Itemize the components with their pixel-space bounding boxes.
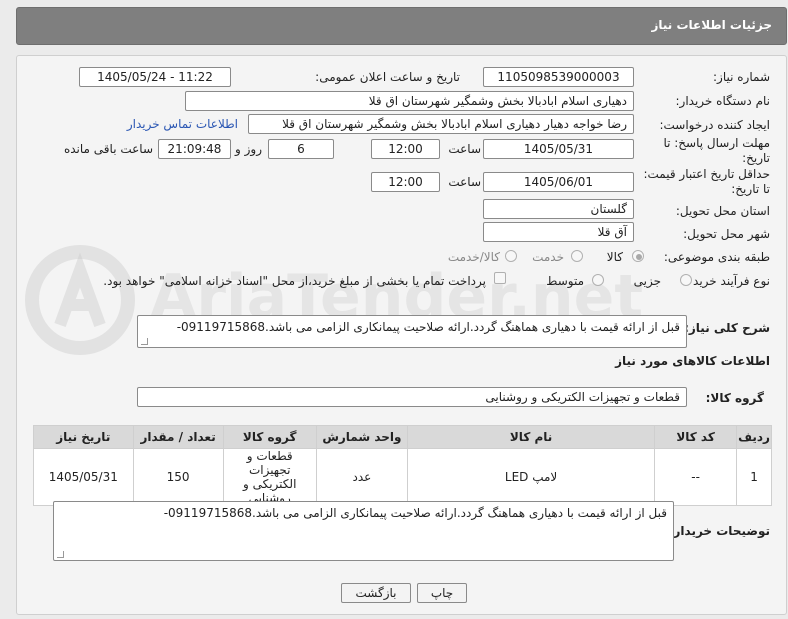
announce-datetime-field: 1405/05/24 - 11:22 <box>79 67 231 87</box>
items-table: ردیف کد کالا نام کالا واحد شمارش گروه کا… <box>33 425 772 506</box>
buyer-org-label: نام دستگاه خریدار: <box>675 94 771 108</box>
process-type-label: نوع فرآیند خرید : <box>685 274 770 288</box>
cell-group: قطعات و تجهیزات الکتریکی و روشنایی <box>222 448 317 506</box>
page-header: جزئیات اطلاعات نیاز <box>16 7 787 45</box>
items-table-header: ردیف کد کالا نام کالا واحد شمارش گروه کا… <box>33 425 772 449</box>
category-service-radio[interactable] <box>571 250 583 262</box>
buyer-notes-label: توضیحات خریدار: <box>668 524 770 538</box>
description-label: شرح کلی نیاز: <box>684 321 770 335</box>
buyer-contact-link[interactable]: اطلاعات تماس خریدار <box>127 117 238 131</box>
buyer-org-field: دهیاری اسلام ابادبالا بخش وشمگیر شهرستان… <box>185 91 634 111</box>
remaining-days-field: 6 <box>268 139 334 159</box>
reply-deadline-time-field: 12:00 <box>371 139 440 159</box>
col-name: نام کالا <box>407 425 656 449</box>
need-number-field: 1105098539000003 <box>483 67 634 87</box>
need-number-label: شماره نیاز: <box>713 70 770 84</box>
price-validity-date-field: 1405/06/01 <box>483 172 634 192</box>
city-label: شهر محل تحویل: <box>683 227 770 241</box>
price-validity-time-field: 12:00 <box>371 172 440 192</box>
col-group: گروه کالا <box>222 425 317 449</box>
announce-datetime-label: تاریخ و ساعت اعلان عمومی: <box>315 70 460 84</box>
description-field: قبل از ارائه قیمت با دهیاری هماهنگ گردد.… <box>137 315 687 348</box>
buyer-notes-resize-handle[interactable] <box>57 551 64 558</box>
category-goods-radio[interactable] <box>632 250 644 262</box>
category-service-label: خدمت <box>532 250 564 264</box>
col-qty: تعداد / مقدار <box>132 425 224 449</box>
price-validity-time-label: ساعت <box>448 175 481 189</box>
category-label: طبقه بندی موضوعی: <box>663 250 770 264</box>
col-row: ردیف <box>736 425 772 449</box>
col-unit: واحد شمارش <box>315 425 409 449</box>
category-goods-service-label: کالا/خدمت <box>447 250 500 264</box>
goods-info-title: اطلاعات کالاهای مورد نیاز <box>615 354 770 368</box>
days-label: روز و <box>235 142 262 156</box>
category-goods-service-radio[interactable] <box>505 250 517 262</box>
cell-qty: 150 <box>132 448 224 506</box>
requester-field: رضا خواجه دهیار دهیاری اسلام ابادبالا بخ… <box>248 114 634 134</box>
cell-code: -- <box>654 448 738 506</box>
process-medium-radio[interactable] <box>592 274 604 286</box>
back-button[interactable]: بازگشت <box>341 583 411 603</box>
description-resize-handle[interactable] <box>141 338 148 345</box>
goods-group-field: قطعات و تجهیزات الکتریکی و روشنایی <box>137 387 687 407</box>
process-minor-radio[interactable] <box>680 274 692 286</box>
cell-date: 1405/05/31 <box>33 448 134 506</box>
col-date: تاریخ نیاز <box>33 425 134 449</box>
goods-group-label: گروه کالا: <box>705 391 764 405</box>
process-minor-label: جزیی <box>633 274 661 288</box>
treasury-payment-note: پرداخت تمام یا بخشی از مبلغ خرید،از محل … <box>103 274 486 288</box>
reply-deadline-label: مهلت ارسال پاسخ: تا تاریخ: <box>663 136 770 165</box>
process-medium-label: متوسط <box>546 274 584 288</box>
province-label: استان محل تحویل: <box>675 204 770 218</box>
watermark-logo-icon <box>20 240 140 360</box>
category-goods-label: کالا <box>606 250 623 264</box>
cell-row: 1 <box>736 448 772 506</box>
reply-deadline-date-field: 1405/05/31 <box>483 139 634 159</box>
buyer-notes-field: قبل از ارائه قیمت با دهیاری هماهنگ گردد.… <box>53 501 674 561</box>
province-field: گلستان <box>483 199 634 219</box>
remaining-time-field: 21:09:48 <box>158 139 231 159</box>
remaining-label: ساعت باقی مانده <box>63 142 153 156</box>
cell-name: لامپ LED <box>407 448 656 506</box>
treasury-payment-checkbox[interactable] <box>494 272 506 284</box>
cell-unit: عدد <box>315 448 409 506</box>
reply-deadline-time-label: ساعت <box>448 142 481 156</box>
print-button[interactable]: چاپ <box>417 583 467 603</box>
price-validity-label: حداقل تاریخ اعتبار قیمت: تا تاریخ: <box>643 167 770 196</box>
requester-label: ایجاد کننده درخواست: <box>659 118 770 132</box>
table-row: 1 -- لامپ LED عدد قطعات و تجهیزات الکتری… <box>33 448 772 506</box>
col-code: کد کالا <box>654 425 738 449</box>
city-field: آق قلا <box>483 222 634 242</box>
